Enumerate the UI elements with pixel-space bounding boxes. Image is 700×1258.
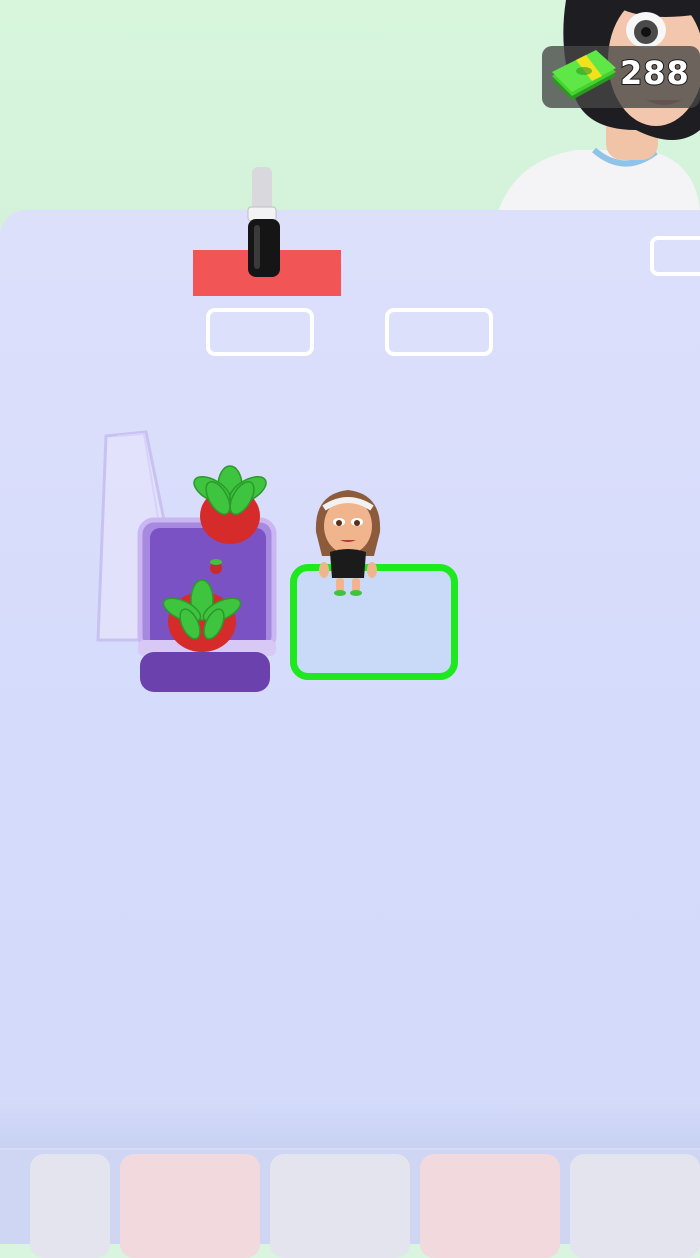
strawberry-icon[interactable] [184,464,276,546]
item-slot-2[interactable] [385,308,493,356]
floor-tiles [0,1140,700,1258]
cash-stack-icon [552,50,616,100]
floor-tile [270,1154,410,1258]
floor-tile [30,1154,110,1258]
small-strawberry-icon[interactable] [206,556,226,576]
strawberry-in-box-icon[interactable] [160,580,242,656]
floor-tile [120,1154,260,1258]
floor-tile [420,1154,560,1258]
counter-edge [0,1098,700,1148]
lipstick-bottle-icon[interactable] [246,163,284,281]
player-character[interactable] [310,486,386,598]
item-slot-1[interactable] [206,308,314,356]
item-slot-far[interactable] [650,236,700,276]
cash-counter: 288 [542,46,700,108]
floor-tile [570,1154,700,1258]
cash-amount: 288 [619,53,690,93]
